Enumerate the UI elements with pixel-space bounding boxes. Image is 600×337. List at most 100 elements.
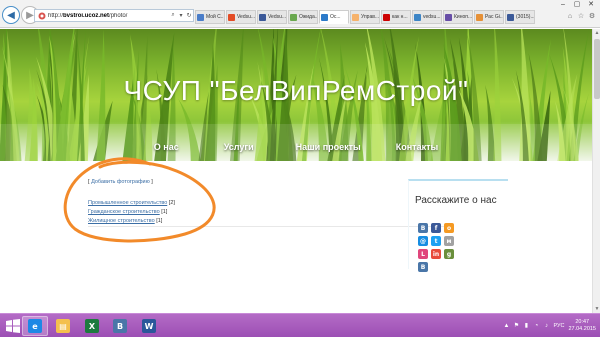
clock-date: 27.04.2015	[568, 326, 596, 332]
page-scrollbar[interactable]: ▲ ▼	[592, 29, 600, 313]
arrow-left-icon: ◀	[7, 9, 15, 21]
category-item: Жилищное строительство [1]	[88, 217, 358, 226]
close-button[interactable]: ✕	[584, 0, 598, 10]
refresh-icon[interactable]: ↻	[185, 12, 193, 19]
browser-tab[interactable]: (3015)...	[505, 10, 535, 24]
tab-label: Vedsu...	[268, 14, 286, 20]
scroll-thumb[interactable]	[594, 39, 600, 99]
word-taskbar-icon: W	[142, 319, 156, 333]
tab-favicon-icon	[228, 13, 235, 21]
add-photo-line: [ Добавить фотографию ]	[88, 179, 153, 185]
scroll-down-icon[interactable]: ▼	[593, 305, 600, 313]
search-icon[interactable]: ⌕	[169, 12, 177, 19]
tab-label: Управ...	[361, 14, 379, 20]
tab-favicon-icon	[476, 13, 483, 21]
address-url[interactable]: http://bvstroi.ucoz.net/photo/	[48, 13, 169, 19]
category-item: Гражданское строительство [1]	[88, 208, 358, 217]
scroll-up-icon[interactable]: ▲	[593, 29, 600, 37]
photo-content: [ Добавить фотографию ] Промышленное стр…	[88, 179, 358, 226]
category-link[interactable]: Промышленное строительство	[88, 200, 167, 206]
browser-tab[interactable]: Рас Gi...	[474, 10, 504, 24]
vkontakte-share-icon[interactable]: В	[418, 262, 428, 272]
system-tray: ▲ ⚑ ▮ ◔ ♪ РУС 20:47 27.04.2015	[503, 316, 596, 336]
clock[interactable]: 20:47 27.04.2015	[568, 319, 596, 333]
mailru-share-icon[interactable]: @	[418, 236, 428, 246]
back-button[interactable]: ◀	[2, 6, 20, 24]
tray-battery-icon[interactable]: ▮	[523, 323, 529, 329]
category-list: Промышленное строительство [2] Гражданско…	[88, 199, 358, 226]
category-link[interactable]: Жилищное строительство	[88, 218, 155, 224]
browser-tab[interactable]: Ос...	[319, 10, 349, 24]
minimize-button[interactable]: –	[556, 0, 570, 10]
favorites-star-icon[interactable]: ☆	[577, 13, 585, 21]
tray-network-icon[interactable]: ◔	[533, 323, 539, 329]
tab-label: Мой С...	[206, 14, 224, 20]
excel-taskbar-button[interactable]: X	[79, 316, 105, 336]
explorer-taskbar-button[interactable]: ▤	[50, 316, 76, 336]
tray-flag-icon[interactable]: ⚑	[513, 323, 519, 329]
ucoz-favicon-icon	[37, 11, 46, 20]
tab-favicon-icon	[259, 13, 266, 21]
facebook-share-icon[interactable]: f	[431, 223, 441, 233]
vk-taskbar-button[interactable]: В	[107, 316, 133, 336]
menu-item-projects[interactable]: Наши проекты	[296, 142, 361, 152]
browser-tab[interactable]: vedsu...	[412, 10, 442, 24]
arrow-right-icon: ▶	[26, 9, 34, 21]
menu-item-services[interactable]: Услуги	[224, 142, 254, 152]
twitter-share-icon[interactable]: t	[431, 236, 441, 246]
site-title: ЧСУП "БелВипРемСтрой"	[123, 75, 469, 106]
tab-label: vedsu...	[423, 14, 441, 20]
google-share-icon[interactable]: g	[444, 249, 454, 259]
site-header: ЧСУП "БелВипРемСтрой" О нас Услуги Наши …	[0, 29, 592, 161]
word-taskbar-button[interactable]: W	[136, 316, 162, 336]
tray-volume-icon[interactable]: ♪	[543, 323, 549, 329]
home-icon[interactable]: ⌂	[566, 13, 574, 21]
browser-tab[interactable]: Vedsu...	[257, 10, 287, 24]
odnoklassniki-share-icon[interactable]: о	[444, 223, 454, 233]
category-item: Промышленное строительство [2]	[88, 199, 358, 208]
window-controls: – ▢ ✕	[556, 0, 598, 10]
tab-favicon-icon	[352, 13, 359, 21]
browser-tab[interactable]: Мой С...	[195, 10, 225, 24]
tab-favicon-icon	[507, 13, 514, 21]
content-divider	[88, 226, 448, 227]
tab-label: Vedsu...	[237, 14, 255, 20]
browser-tab[interactable]: Vedsu...	[226, 10, 256, 24]
tab-favicon-icon	[414, 13, 421, 21]
maximize-button[interactable]: ▢	[570, 0, 584, 10]
tray-arrow-icon[interactable]: ▲	[503, 323, 509, 329]
browser-tab[interactable]: Киноп...	[443, 10, 473, 24]
share-title: Расскажите о нас	[415, 195, 497, 206]
category-count: [2]	[168, 200, 175, 206]
browser-tab[interactable]: Управ...	[350, 10, 380, 24]
keyboard-language[interactable]: РУС	[553, 323, 564, 329]
moimir-share-icon[interactable]: м	[444, 236, 454, 246]
share-icons: Вf о @ t м Lin g В	[418, 223, 463, 272]
vk-share-icon[interactable]: В	[418, 223, 428, 233]
settings-gear-icon[interactable]: ⚙	[588, 13, 596, 21]
menu-item-contacts[interactable]: Контакты	[396, 142, 438, 152]
browser-tab[interactable]: Ожида...	[288, 10, 318, 24]
browser-chrome: ◀ ▶ http://bvstroi.ucoz.net/photo/ ⌕ ▾ ↻…	[0, 0, 600, 28]
main-menu: О нас Услуги Наши проекты Контакты	[0, 142, 592, 152]
windows-logo-icon	[6, 319, 20, 333]
add-photo-link[interactable]: Добавить фотографию	[91, 179, 150, 185]
address-bar[interactable]: http://bvstroi.ucoz.net/photo/ ⌕ ▾ ↻	[34, 9, 194, 22]
windows-taskbar: e ▤ X В W ▲ ⚑ ▮ ◔ ♪ РУС 20:47 27.04.2015	[0, 313, 600, 337]
web-page: ЧСУП "БелВипРемСтрой" О нас Услуги Наши …	[0, 29, 600, 313]
category-link[interactable]: Гражданское строительство	[88, 209, 160, 215]
ie-taskbar-icon: e	[28, 319, 42, 333]
ie-taskbar-button[interactable]: e	[22, 316, 48, 336]
liveinternet-share-icon[interactable]: L	[418, 249, 428, 259]
menu-item-about[interactable]: О нас	[154, 142, 179, 152]
dropdown-icon[interactable]: ▾	[177, 12, 185, 19]
category-count: [1]	[161, 209, 168, 215]
tab-favicon-icon	[197, 13, 204, 21]
linkedin-share-icon[interactable]: in	[431, 249, 441, 259]
start-button[interactable]	[4, 316, 22, 336]
browser-tab[interactable]: как н...	[381, 10, 411, 24]
category-count: [1]	[156, 218, 163, 224]
tab-favicon-icon	[383, 13, 390, 21]
tab-label: Киноп...	[454, 14, 472, 20]
tab-favicon-icon	[290, 13, 297, 21]
